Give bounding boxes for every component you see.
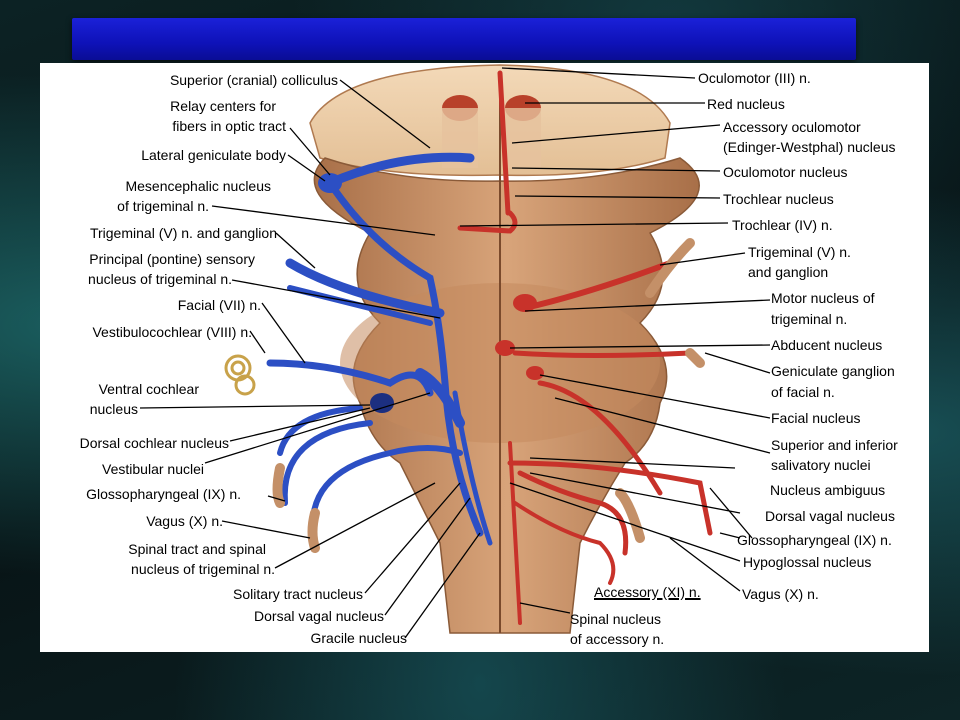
- label-superior-colliculus: Superior (cranial) colliculus: [169, 72, 338, 88]
- motor-trigeminal-nucleus: [513, 294, 537, 312]
- label-ventral-cochlear-2: nucleus: [89, 401, 138, 417]
- label-motor-trigeminal-2: trigeminal n.: [771, 311, 848, 327]
- label-facial-nucleus: Facial nucleus: [771, 410, 861, 426]
- label-solitary-tract: Solitary tract nucleus: [233, 586, 363, 602]
- cerebral-peduncle-right: [505, 108, 541, 168]
- label-vagus-left: Vagus (X) n.: [146, 513, 223, 529]
- cochlea: [224, 354, 256, 396]
- label-trochlear-nucleus: Trochlear nucleus: [723, 191, 834, 207]
- label-accessory-oculomotor-1: Accessory oculomotor: [723, 119, 861, 135]
- label-dorsal-vagal-right: Dorsal vagal nucleus: [765, 508, 895, 524]
- label-facial: Facial (VII) n.: [177, 297, 261, 313]
- label-principal-1: Principal (pontine) sensory: [89, 251, 255, 267]
- title-bar: [72, 18, 856, 60]
- label-vagus-right: Vagus (X) n.: [742, 586, 819, 602]
- label-salivatory-2: salivatory nuclei: [771, 457, 871, 473]
- label-trigeminal-ganglion: Trigeminal (V) n. and ganglion: [89, 225, 277, 241]
- label-spinal-tract-2: nucleus of trigeminal n.: [131, 561, 275, 577]
- label-spinal-accessory-1: Spinal nucleus: [570, 611, 662, 627]
- label-principal-2: nucleus of trigeminal n.: [88, 271, 232, 287]
- label-ventral-cochlear-1: Ventral cochlear: [98, 381, 199, 397]
- label-spinal-tract-1: Spinal tract and spinal: [128, 541, 266, 557]
- diagram-panel: Superior (cranial) colliculus Relay cent…: [40, 63, 929, 652]
- label-ambiguus: Nucleus ambiguus: [770, 482, 886, 498]
- label-mesencephalic-2: of trigeminal n.: [117, 198, 209, 214]
- facial-nucleus: [526, 366, 544, 380]
- label-salivatory-1: Superior and inferior: [771, 437, 898, 453]
- label-oculomotor-n: Oculomotor (III) n.: [698, 70, 811, 86]
- label-trigeminal-right-1: Trigeminal (V) n.: [748, 244, 851, 260]
- label-abducent: Abducent nucleus: [771, 337, 883, 353]
- label-relay-centers-1: Relay centers for: [170, 98, 276, 114]
- midbrain-section: [309, 64, 671, 177]
- label-trochlear-n: Trochlear (IV) n.: [732, 217, 833, 233]
- label-motor-trigeminal-1: Motor nucleus of: [771, 290, 875, 306]
- label-spinal-accessory-2: of accessory n.: [570, 631, 665, 647]
- label-accessory-n: Accessory (XI) n.: [594, 584, 701, 600]
- label-accessory-oculomotor-2: (Edinger-Westphal) nucleus: [723, 139, 896, 155]
- label-dorsal-cochlear: Dorsal cochlear nucleus: [79, 435, 229, 451]
- label-dorsal-vagal-left: Dorsal vagal nucleus: [254, 608, 384, 624]
- label-geniculate-2: of facial n.: [771, 384, 835, 400]
- label-mesencephalic-1: Mesencephalic nucleus: [125, 178, 271, 194]
- label-oculomotor-nucleus: Oculomotor nucleus: [723, 164, 848, 180]
- label-geniculate-1: Geniculate ganglion: [771, 363, 895, 379]
- label-red-nucleus: Red nucleus: [707, 96, 785, 112]
- lateral-geniculate: [318, 173, 342, 193]
- label-hypoglossal: Hypoglossal nucleus: [743, 554, 872, 570]
- label-vestibulocochlear: Vestibulocochlear (VIII) n.: [92, 324, 252, 340]
- label-relay-centers-2: fibers in optic tract: [172, 118, 286, 134]
- label-gracile: Gracile nucleus: [310, 630, 408, 646]
- label-glossopharyngeal-left: Glossopharyngeal (IX) n.: [86, 486, 241, 502]
- label-vestibular-nuclei: Vestibular nuclei: [102, 461, 204, 477]
- label-lateral-geniculate: Lateral geniculate body: [141, 147, 286, 163]
- label-trigeminal-right-2: and ganglion: [748, 264, 829, 280]
- label-glossopharyngeal-right: Glossopharyngeal (IX) n.: [737, 532, 892, 548]
